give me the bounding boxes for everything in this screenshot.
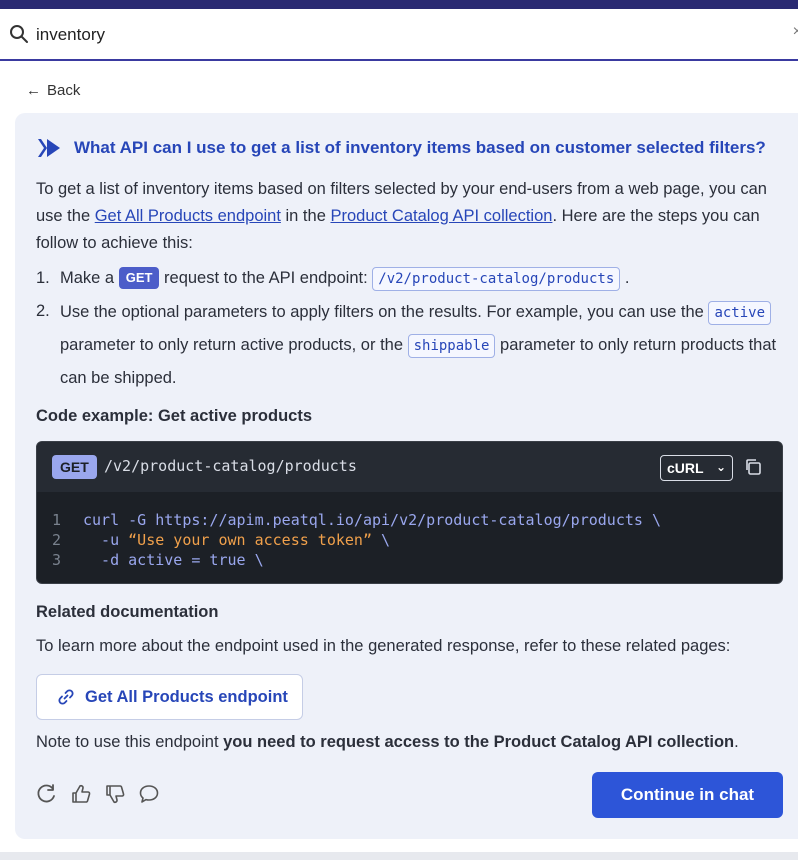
line-number: 1	[52, 511, 62, 529]
chevron-down-icon: ⌄	[715, 460, 726, 474]
code-text: \	[372, 531, 391, 549]
code-text: curl -G https://apim.peatql.io/api/v2/pr…	[83, 511, 661, 529]
comment-icon[interactable]	[138, 783, 160, 805]
copy-icon[interactable]	[744, 458, 762, 476]
get-all-products-link[interactable]: Get All Products endpoint	[95, 207, 281, 225]
continue-in-chat-button[interactable]: Continue in chat	[592, 772, 783, 818]
language-select[interactable]: cURL ⌄	[660, 455, 733, 481]
code-block: GET /v2/product-catalog/products cURL ⌄ …	[36, 441, 783, 584]
step-text: parameter to only return active products…	[60, 336, 408, 354]
code-header: GET /v2/product-catalog/products cURL ⌄	[37, 442, 782, 492]
arrow-left-icon: ←	[26, 82, 41, 99]
intro-text-2: in the	[280, 207, 331, 225]
step-text: Use the optional parameters to apply fil…	[60, 303, 709, 321]
language-select-value: cURL	[667, 460, 704, 476]
thumbs-down-icon[interactable]	[104, 783, 126, 805]
step-text: Make a	[60, 269, 119, 287]
link-icon	[58, 689, 74, 705]
bottom-strip	[0, 852, 798, 860]
refresh-icon[interactable]	[36, 783, 58, 805]
related-doc-link[interactable]: Get All Products endpoint	[36, 674, 303, 720]
thumbs-up-icon[interactable]	[70, 783, 92, 805]
search-bar: ×	[0, 9, 798, 61]
code-line: 2 -u “Use your own access token” \	[37, 530, 782, 550]
code-line: 3 -d active = true \	[37, 550, 782, 570]
line-number: 3	[52, 551, 62, 569]
access-note: Note to use this endpoint you need to re…	[36, 733, 739, 752]
back-label: Back	[47, 82, 81, 99]
step-text: request to the API endpoint:	[159, 269, 373, 287]
list-item: 2. Use the optional parameters to apply …	[36, 296, 791, 395]
code-lines: 1 curl -G https://apim.peatql.io/api/v2/…	[37, 492, 782, 570]
code-text: -u	[83, 531, 129, 549]
step-number: 2.	[36, 302, 50, 320]
search-icon	[10, 25, 28, 43]
list-item: 1. Make a GET request to the API endpoin…	[36, 263, 791, 294]
step-number: 1.	[36, 269, 50, 287]
code-line: 1 curl -G https://apim.peatql.io/api/v2/…	[37, 510, 782, 530]
note-text: .	[734, 733, 739, 751]
product-catalog-collection-link[interactable]: Product Catalog API collection	[330, 207, 552, 225]
assistant-chevrons-icon	[38, 139, 60, 157]
code-string: “Use your own access token”	[128, 531, 372, 549]
note-bold-text: you need to request access to the Produc…	[223, 733, 735, 751]
top-strip	[0, 0, 798, 9]
steps-list: 1. Make a GET request to the API endpoin…	[36, 263, 791, 395]
code-method-badge: GET	[52, 455, 97, 479]
note-text: Note to use this endpoint	[36, 733, 224, 751]
related-docs-text: To learn more about the endpoint used in…	[36, 637, 731, 655]
code-text: -d active = true \	[83, 551, 264, 569]
clear-search-icon[interactable]: ×	[793, 23, 798, 41]
active-param-chip: active	[708, 301, 772, 325]
back-link[interactable]: ← Back	[26, 82, 80, 99]
intro-paragraph: To get a list of inventory items based o…	[36, 176, 791, 257]
related-docs-heading: Related documentation	[36, 603, 219, 621]
shippable-param-chip: shippable	[407, 334, 496, 358]
search-input[interactable]	[36, 21, 776, 49]
question-heading: What API can I use to get a list of inve…	[36, 137, 766, 159]
line-number: 2	[52, 531, 62, 549]
step-text: .	[620, 269, 630, 287]
related-doc-link-label: Get All Products endpoint	[85, 687, 288, 706]
code-example-heading: Code example: Get active products	[36, 407, 312, 425]
get-method-badge: GET	[118, 267, 160, 289]
question-text: What API can I use to get a list of inve…	[74, 138, 766, 157]
code-path: /v2/product-catalog/products	[104, 457, 357, 475]
feedback-actions	[36, 783, 160, 805]
endpoint-chip: /v2/product-catalog/products	[372, 267, 621, 291]
